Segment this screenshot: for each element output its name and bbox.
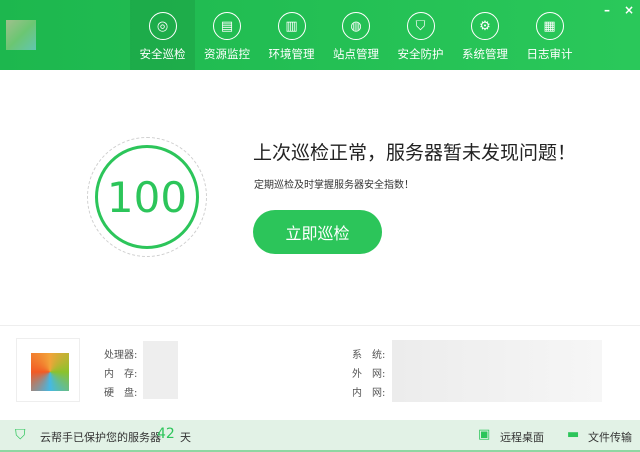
server-avatar xyxy=(16,338,80,402)
protect-text: 云帮手已保护您的服务器 xyxy=(40,431,161,444)
radar-icon: ◎ xyxy=(148,12,177,40)
public-ip-label: 外 网: xyxy=(352,369,386,380)
memory-label: 内 存: xyxy=(104,369,138,380)
tab-4[interactable]: ⛉ 安全防护 xyxy=(388,0,453,70)
server-info: 处理器: 内 存: 硬 盘: 系 统: 外 网: 内 网: xyxy=(0,325,640,420)
remote-desktop-icon: ▣ xyxy=(478,427,491,442)
status-subtitle: 定期巡检及时掌握服务器安全指数！ xyxy=(254,180,414,191)
building-icon: ▥ xyxy=(277,12,306,40)
tab-label: 站点管理 xyxy=(333,47,379,61)
tab-label: 资源监控 xyxy=(204,47,250,61)
tab-6[interactable]: ▦ 日志审计 xyxy=(517,0,582,70)
footer: ⛉ 云帮手已保护您的服务器 42 天 ▣ 远程桌面 ▬ 文件传输 xyxy=(0,420,640,452)
tab-3[interactable]: ◍ 站点管理 xyxy=(324,0,389,70)
header: ◎ 安全巡检 ▤ 资源监控 ▥ 环境管理 ◍ 站点管理 ⛉ 安全防护 ⚙ 系统管理 ▦ 日志审计 – × xyxy=(0,0,640,70)
tab-label: 环境管理 xyxy=(268,47,315,61)
remote-desktop-button[interactable]: 远程桌面 xyxy=(500,429,544,445)
document-icon: ▦ xyxy=(535,12,564,40)
tab-label: 安全巡检 xyxy=(139,47,186,61)
shield-icon: ⛉ xyxy=(406,12,435,40)
close-button[interactable]: × xyxy=(624,3,634,17)
tab-label: 系统管理 xyxy=(462,47,508,61)
file-transfer-button[interactable]: 文件传输 xyxy=(588,429,632,445)
network-values-redacted xyxy=(392,340,602,402)
monitor-chart-icon: ▤ xyxy=(213,12,241,40)
tab-label: 安全防护 xyxy=(397,47,444,61)
tab-0[interactable]: ◎ 安全巡检 xyxy=(130,0,195,70)
tab-5[interactable]: ⚙ 系统管理 xyxy=(453,0,518,70)
private-ip-label: 内 网: xyxy=(352,388,386,399)
logo xyxy=(6,20,36,50)
settings-monitor-icon: ⚙ xyxy=(471,12,499,40)
file-transfer-icon: ▬ xyxy=(567,427,580,442)
system-label: 系 统: xyxy=(352,350,386,361)
status-title: 上次巡检正常，服务器暂未发现问题！ xyxy=(253,142,577,164)
tab-label: 日志审计 xyxy=(526,47,573,61)
disk-label: 硬 盘: xyxy=(104,388,138,399)
tab-2[interactable]: ▥ 环境管理 xyxy=(259,0,324,70)
protect-days: 42 xyxy=(157,426,175,442)
tab-1[interactable]: ▤ 资源监控 xyxy=(195,0,260,70)
cpu-label: 处理器: xyxy=(104,350,138,361)
scan-now-button[interactable]: 立即巡检 xyxy=(253,210,382,254)
score-value: 100 xyxy=(95,145,199,249)
globe-icon: ◍ xyxy=(342,12,370,40)
days-unit: 天 xyxy=(180,431,191,444)
shield-check-icon: ⛉ xyxy=(15,427,26,443)
hardware-values-redacted xyxy=(143,341,178,399)
minimize-button[interactable]: – xyxy=(604,3,610,17)
